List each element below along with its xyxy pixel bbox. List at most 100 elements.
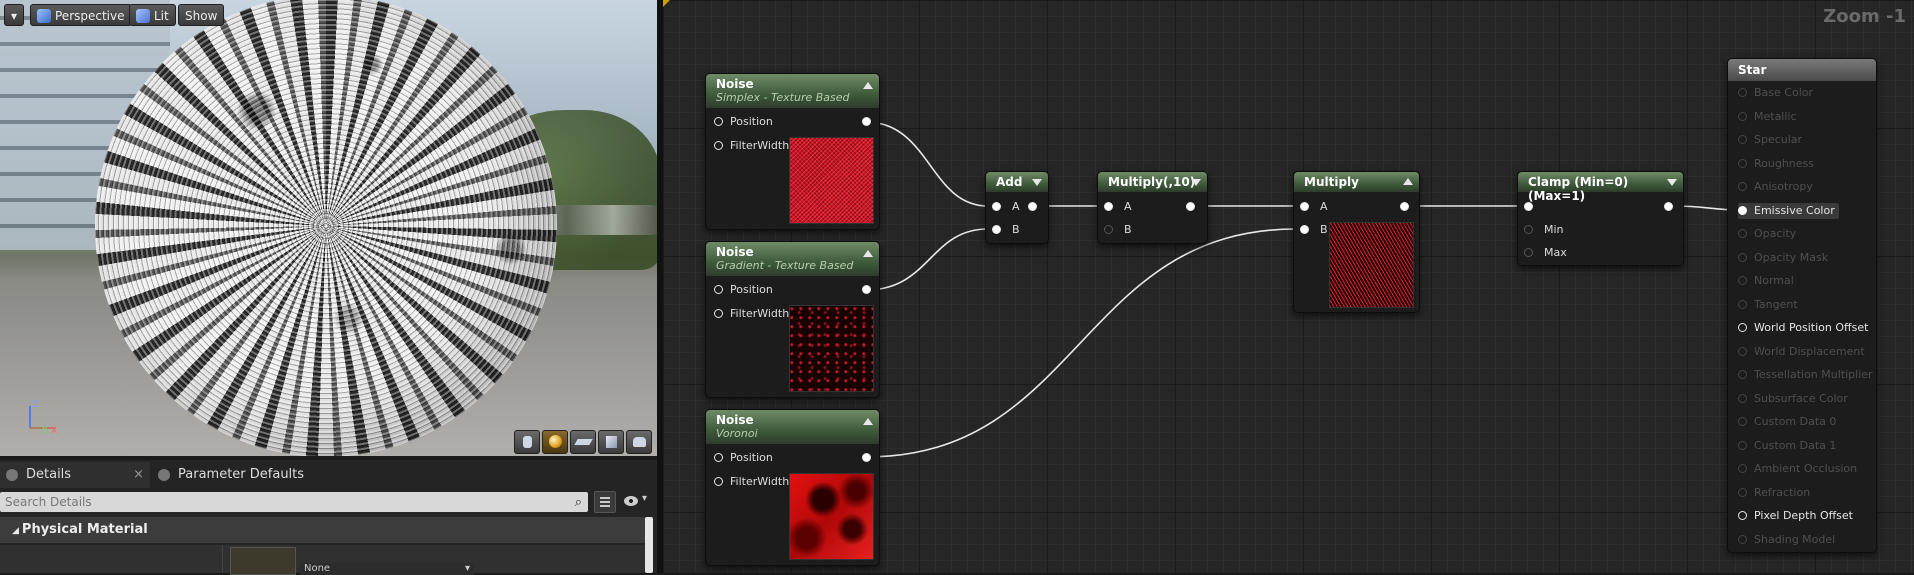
- result-pin-shading-model[interactable]: Shading Model: [1738, 532, 1835, 548]
- pin-max[interactable]: Max: [1524, 245, 1567, 261]
- input-pin-icon[interactable]: [992, 202, 1001, 211]
- input-pin-icon[interactable]: [714, 117, 723, 126]
- output-pin[interactable]: [1186, 199, 1198, 215]
- input-pin-icon[interactable]: [714, 285, 723, 294]
- output-pin-icon[interactable]: [1028, 202, 1037, 211]
- output-pin-icon[interactable]: [1400, 202, 1409, 211]
- input-pin-icon[interactable]: [714, 477, 723, 486]
- input-pin-icon[interactable]: [1524, 202, 1533, 211]
- pin-min[interactable]: Min: [1524, 222, 1564, 238]
- input-pin-icon[interactable]: [1738, 511, 1747, 520]
- input-pin-icon[interactable]: [1738, 393, 1747, 403]
- pin-b[interactable]: B: [992, 222, 1020, 238]
- output-pin-icon[interactable]: [1186, 202, 1195, 211]
- input-pin-icon[interactable]: [1738, 464, 1747, 473]
- pin-filterwidth[interactable]: FilterWidth: [714, 138, 789, 154]
- result-pin-opacity-mask[interactable]: Opacity Mask: [1738, 250, 1828, 266]
- input-pin-icon[interactable]: [1104, 202, 1113, 211]
- pin-position[interactable]: Position: [714, 282, 773, 298]
- output-pin[interactable]: [860, 282, 872, 298]
- result-pin-world-position-offset[interactable]: World Position Offset: [1738, 320, 1868, 336]
- result-pin-anisotropy[interactable]: Anisotropy: [1738, 179, 1813, 195]
- input-pin-icon[interactable]: [1738, 111, 1747, 121]
- collapse-arrow-icon[interactable]: [863, 418, 873, 425]
- input-pin-icon[interactable]: [1738, 417, 1747, 426]
- input-pin-icon[interactable]: [1300, 225, 1309, 234]
- result-pin-base-color[interactable]: Base Color: [1738, 85, 1813, 101]
- result-pin-tangent[interactable]: Tangent: [1738, 297, 1798, 313]
- pin-b[interactable]: B: [1104, 222, 1132, 238]
- input-pin-icon[interactable]: [1104, 225, 1113, 234]
- input-pin-icon[interactable]: [1738, 182, 1747, 191]
- output-pin-icon[interactable]: [862, 453, 871, 462]
- input-pin-icon[interactable]: [1738, 440, 1747, 450]
- pin-input[interactable]: [1524, 199, 1544, 215]
- collapse-arrow-icon[interactable]: [1403, 178, 1413, 185]
- output-pin[interactable]: [860, 114, 872, 130]
- result-pin-metallic[interactable]: Metallic: [1738, 109, 1797, 125]
- multiply-10-node[interactable]: Multiply(,10) A B: [1097, 171, 1208, 244]
- input-pin-icon[interactable]: [714, 453, 723, 462]
- input-pin-icon[interactable]: [1300, 202, 1309, 211]
- output-pin-icon[interactable]: [862, 285, 871, 294]
- input-pin-icon[interactable]: [1524, 248, 1533, 257]
- input-pin-icon[interactable]: [1738, 158, 1747, 168]
- result-pin-normal[interactable]: Normal: [1738, 273, 1794, 289]
- input-pin-icon[interactable]: [1738, 299, 1747, 309]
- collapse-arrow-icon[interactable]: [1667, 179, 1677, 186]
- add-node[interactable]: Add A B: [985, 171, 1049, 244]
- pin-filterwidth[interactable]: FilterWidth: [714, 474, 789, 490]
- pin-a[interactable]: A: [1104, 199, 1132, 215]
- result-pin-ambient-occlusion[interactable]: Ambient Occlusion: [1738, 461, 1857, 477]
- result-pin-opacity[interactable]: Opacity: [1738, 226, 1796, 242]
- clamp-node[interactable]: Clamp (Min=0) (Max=1) Min Max: [1517, 171, 1684, 266]
- input-pin-icon[interactable]: [714, 141, 723, 150]
- input-pin-icon[interactable]: [1738, 205, 1747, 215]
- output-pin[interactable]: [1664, 199, 1676, 215]
- collapse-arrow-icon[interactable]: [863, 250, 873, 257]
- collapse-arrow-icon[interactable]: [1191, 179, 1201, 186]
- result-pin-emissive-color[interactable]: Emissive Color: [1738, 202, 1839, 219]
- result-pin-specular[interactable]: Specular: [1738, 132, 1802, 148]
- pin-position[interactable]: Position: [714, 450, 773, 466]
- collapse-arrow-icon[interactable]: [863, 82, 873, 89]
- multiply-node[interactable]: Multiply A B: [1293, 171, 1420, 313]
- input-pin-icon[interactable]: [1524, 225, 1533, 234]
- input-pin-icon[interactable]: [1738, 487, 1747, 497]
- pin-a[interactable]: A: [1300, 199, 1328, 215]
- input-pin-icon[interactable]: [1738, 534, 1747, 544]
- pin-filterwidth[interactable]: FilterWidth: [714, 306, 789, 322]
- pin-b[interactable]: B: [1300, 222, 1328, 238]
- result-node-title: Star: [1728, 59, 1876, 81]
- result-pin-world-displacement[interactable]: World Displacement: [1738, 344, 1865, 360]
- input-pin-icon[interactable]: [1738, 229, 1747, 238]
- output-pin-icon[interactable]: [862, 117, 871, 126]
- input-pin-icon[interactable]: [1738, 135, 1747, 144]
- output-pin[interactable]: [1400, 199, 1412, 215]
- input-pin-icon[interactable]: [1738, 276, 1747, 285]
- output-pin[interactable]: [860, 450, 872, 466]
- input-pin-icon[interactable]: [1738, 346, 1747, 356]
- output-pin[interactable]: [1028, 199, 1040, 215]
- noise-node-voronoi[interactable]: Noise Voronoi Position FilterWidth: [705, 409, 880, 566]
- result-pin-refraction[interactable]: Refraction: [1738, 485, 1810, 501]
- input-pin-icon[interactable]: [1738, 88, 1747, 97]
- noise-node-simplex[interactable]: Noise Simplex - Texture Based Position F…: [705, 73, 880, 230]
- input-pin-icon[interactable]: [992, 225, 1001, 234]
- result-pin-custom-data-1[interactable]: Custom Data 1: [1738, 438, 1836, 454]
- result-pin-pixel-depth-offset[interactable]: Pixel Depth Offset: [1738, 508, 1853, 524]
- result-pin-tessellation-multiplier[interactable]: Tessellation Multiplier: [1738, 367, 1873, 383]
- result-pin-roughness[interactable]: Roughness: [1738, 156, 1814, 172]
- output-pin-icon[interactable]: [1664, 202, 1673, 211]
- result-pin-custom-data-0[interactable]: Custom Data 0: [1738, 414, 1836, 430]
- collapse-arrow-icon[interactable]: [1032, 179, 1042, 186]
- pin-position[interactable]: Position: [714, 114, 773, 130]
- noise-node-gradient[interactable]: Noise Gradient - Texture Based Position …: [705, 241, 880, 398]
- input-pin-icon[interactable]: [1738, 370, 1747, 379]
- input-pin-icon[interactable]: [1738, 323, 1747, 332]
- result-pin-subsurface-color[interactable]: Subsurface Color: [1738, 391, 1848, 407]
- material-result-node[interactable]: Star Base Color Metallic Specular Roughness…: [1727, 58, 1877, 553]
- input-pin-icon[interactable]: [1738, 252, 1747, 262]
- pin-a[interactable]: A: [992, 199, 1020, 215]
- input-pin-icon[interactable]: [714, 309, 723, 318]
